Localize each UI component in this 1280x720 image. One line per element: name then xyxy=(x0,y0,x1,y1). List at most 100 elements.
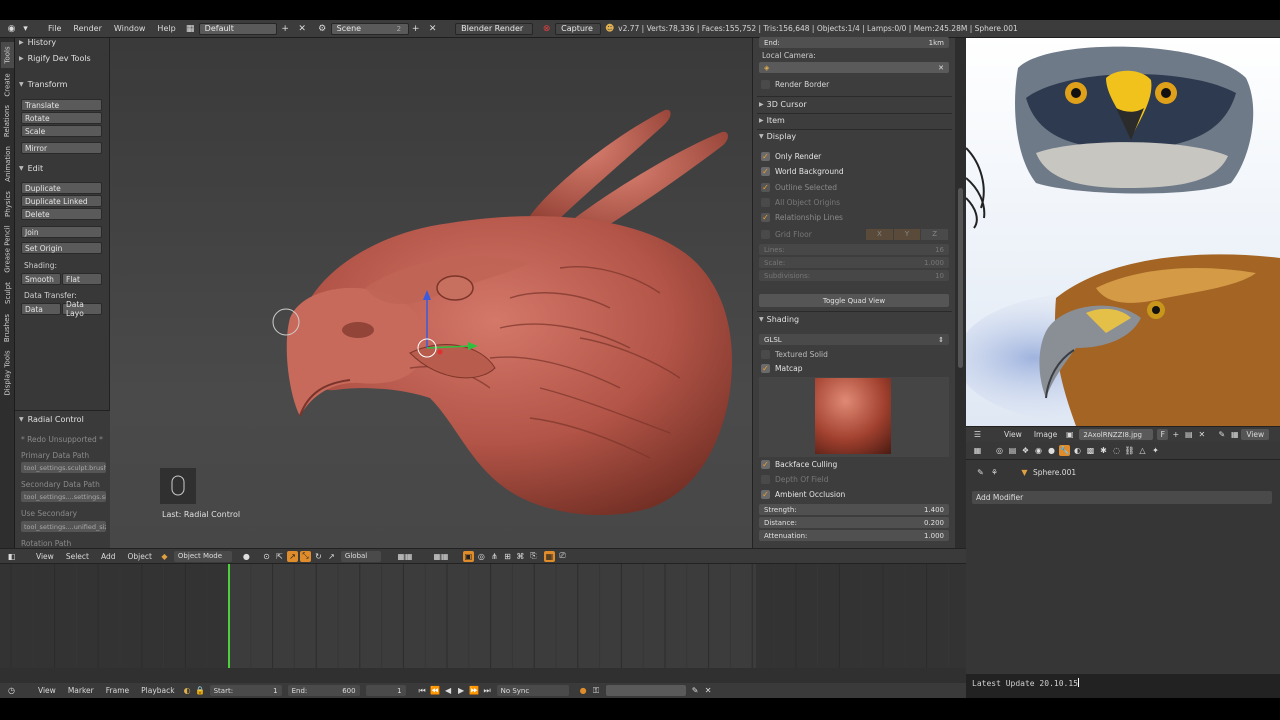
timeline-ruler[interactable]: -250-200-150-100-50050100150200250300350… xyxy=(0,564,966,684)
stop-capture-icon[interactable]: ⊗ xyxy=(541,23,552,34)
record-icon[interactable]: ● xyxy=(578,685,589,696)
ao-strength-field[interactable]: Strength: 1.400 xyxy=(759,504,949,515)
unlink-image-icon[interactable]: ✕ xyxy=(1196,429,1207,440)
grid-scale-field[interactable]: Scale: 1.000 xyxy=(759,257,949,268)
menu-render[interactable]: Render xyxy=(67,22,107,35)
tl-menu-frame[interactable]: Frame xyxy=(100,686,135,695)
local-camera-field[interactable]: ◈ ✕ xyxy=(759,62,949,73)
tab-tools[interactable]: Tools xyxy=(1,42,14,68)
tab-physics[interactable]: Physics xyxy=(1,188,14,220)
tab-grease-pencil[interactable]: Grease Pencil xyxy=(1,223,14,275)
matcap-checkbox[interactable]: ✓ Matcap xyxy=(761,364,803,373)
grid-lines-field[interactable]: Lines: 16 xyxy=(759,244,949,255)
griffin-sculpt[interactable] xyxy=(286,109,733,516)
world-background-checkbox[interactable]: ✓ World Background xyxy=(761,167,844,176)
set-origin-dropdown[interactable]: Set Origin xyxy=(21,242,102,254)
editor-type-icon[interactable]: ▦ xyxy=(972,445,983,456)
image-name-field[interactable]: 2AxolRNZZI8.jpg xyxy=(1079,429,1154,440)
object-tab-icon[interactable]: ● xyxy=(1046,445,1057,456)
translate-button[interactable]: Translate xyxy=(21,99,102,111)
toggle-quad-view-button[interactable]: Toggle Quad View xyxy=(759,294,949,307)
proportional-edit-icon[interactable]: ◎ xyxy=(476,551,487,562)
tab-relations[interactable]: Relations xyxy=(1,102,14,140)
add-modifier-dropdown[interactable]: Add Modifier xyxy=(972,491,1272,504)
opengl-render-icon[interactable]: ⎘ xyxy=(528,551,539,562)
jump-key-back-icon[interactable]: ⏪ xyxy=(430,685,441,696)
constraint-tab-icon[interactable]: ⛓ xyxy=(1124,445,1135,456)
tl-menu-view[interactable]: View xyxy=(32,686,62,695)
textured-solid-checkbox[interactable]: Textured Solid xyxy=(761,350,828,359)
bone-tab-icon[interactable]: ✦ xyxy=(1150,445,1161,456)
data-tab-icon[interactable]: △ xyxy=(1137,445,1148,456)
tab-animation[interactable]: Animation xyxy=(1,143,14,185)
sculpt-canvas[interactable] xyxy=(110,38,752,548)
texture-tab-icon[interactable]: ▩ xyxy=(1085,445,1096,456)
only-render-checkbox[interactable]: ✓ Only Render xyxy=(761,152,821,161)
remove-scene-icon[interactable]: ✕ xyxy=(427,23,438,34)
mode-select[interactable]: View xyxy=(1241,429,1270,440)
primary-path-field[interactable]: tool_settings.sculpt.brush. xyxy=(21,462,106,473)
lock-layer-icon[interactable]: ▣ xyxy=(462,550,474,562)
viewport-shading-icon[interactable]: ● xyxy=(241,551,252,562)
outline-selected-checkbox[interactable]: ✓ Outline Selected xyxy=(761,183,837,192)
layout-field[interactable]: Default xyxy=(198,22,277,35)
mode-icon[interactable]: ▦ xyxy=(1229,429,1240,440)
render-tab-icon[interactable]: ◎ xyxy=(994,445,1005,456)
use-secondary-field[interactable]: tool_settings....unified_size xyxy=(21,521,106,532)
sync-select[interactable]: No Sync xyxy=(496,685,569,696)
layers-tab-icon[interactable]: ▤ xyxy=(1007,445,1018,456)
world-tab-icon[interactable]: ◉ xyxy=(1033,445,1044,456)
manipulator-toggle-icon[interactable]: ⇱ xyxy=(274,551,285,562)
relationship-lines-checkbox[interactable]: ✓ Relationship Lines xyxy=(761,213,843,222)
snap-icon[interactable]: ⋔ xyxy=(489,551,500,562)
current-frame-field[interactable]: 1 xyxy=(365,685,406,696)
duplicate-button[interactable]: Duplicate xyxy=(21,182,102,194)
scene-tab-icon[interactable]: ❖ xyxy=(1020,445,1031,456)
layers-grid-2-icon[interactable]: ▦▦ xyxy=(424,551,458,562)
scale-button[interactable]: Scale xyxy=(21,125,102,137)
orientation-select[interactable]: Global xyxy=(340,550,381,562)
depth-of-field-checkbox[interactable]: Depth Of Field xyxy=(761,475,828,484)
material-tab-icon[interactable]: ◐ xyxy=(1072,445,1083,456)
scale-manip-icon[interactable]: ⤡ xyxy=(299,550,311,562)
end-frame-field[interactable]: End: 600 xyxy=(287,685,360,696)
editor-type-icon[interactable]: ◧ xyxy=(6,551,17,562)
image-menu-image[interactable]: Image xyxy=(1028,430,1064,439)
3d-viewport[interactable]: Last: Radial Control xyxy=(110,38,752,548)
image-editor-canvas[interactable] xyxy=(966,38,1280,426)
panel-shading[interactable]: ▼ Shading xyxy=(759,313,799,326)
snap-element-icon[interactable]: ⊞ xyxy=(502,551,513,562)
lock-icon[interactable]: 🔒 xyxy=(195,685,206,696)
particles-tab-icon[interactable]: ✱ xyxy=(1098,445,1109,456)
start-frame-field[interactable]: Start: 1 xyxy=(209,685,282,696)
vp-menu-add[interactable]: Add xyxy=(95,552,122,561)
jump-key-forward-icon[interactable]: ⏩ xyxy=(469,685,480,696)
axis-x-toggle[interactable]: X xyxy=(866,229,893,240)
camera-view-icon[interactable]: ⎚ xyxy=(557,551,568,562)
properties-scrollbar[interactable] xyxy=(955,38,966,548)
vp-menu-select[interactable]: Select xyxy=(60,552,95,561)
render-engine-select[interactable]: Blender Render xyxy=(455,22,534,35)
delete-key-icon[interactable]: ✕ xyxy=(703,685,714,696)
scene-icon[interactable]: ⚙ xyxy=(317,23,328,34)
preview-range-icon[interactable]: ◐ xyxy=(182,685,193,696)
mirror-button[interactable]: Mirror xyxy=(21,142,102,154)
vp-menu-object[interactable]: Object xyxy=(121,552,157,561)
menu-help[interactable]: Help xyxy=(151,22,181,35)
editor-type-icon[interactable]: ☰ xyxy=(972,429,983,440)
text-editor[interactable]: Latest Update 20.10.15 xyxy=(966,674,1280,698)
pivot-icon[interactable]: ⊙ xyxy=(261,551,272,562)
scroll-thumb[interactable] xyxy=(958,188,963,368)
secondary-path-field[interactable]: tool_settings....settings.size xyxy=(21,491,106,502)
ambient-occlusion-checkbox[interactable]: ✓ Ambient Occlusion xyxy=(761,490,845,499)
capture-button[interactable]: Capture xyxy=(555,22,602,35)
layers-grid-icon[interactable]: ▦▦ xyxy=(388,551,422,562)
fake-user-toggle[interactable]: F xyxy=(1157,429,1169,440)
modifier-tab-icon[interactable]: 🔧 xyxy=(1059,445,1070,456)
panel-edit[interactable]: ▼ Edit xyxy=(19,162,43,175)
translate-manip-icon[interactable]: ↗ xyxy=(286,550,298,562)
panel-transform[interactable]: ▼ Transform xyxy=(19,78,67,91)
menu-window[interactable]: Window xyxy=(108,22,152,35)
timeline[interactable]: -250-200-150-100-50050100150200250300350… xyxy=(0,564,966,684)
smooth-button[interactable]: Smooth xyxy=(21,273,61,285)
